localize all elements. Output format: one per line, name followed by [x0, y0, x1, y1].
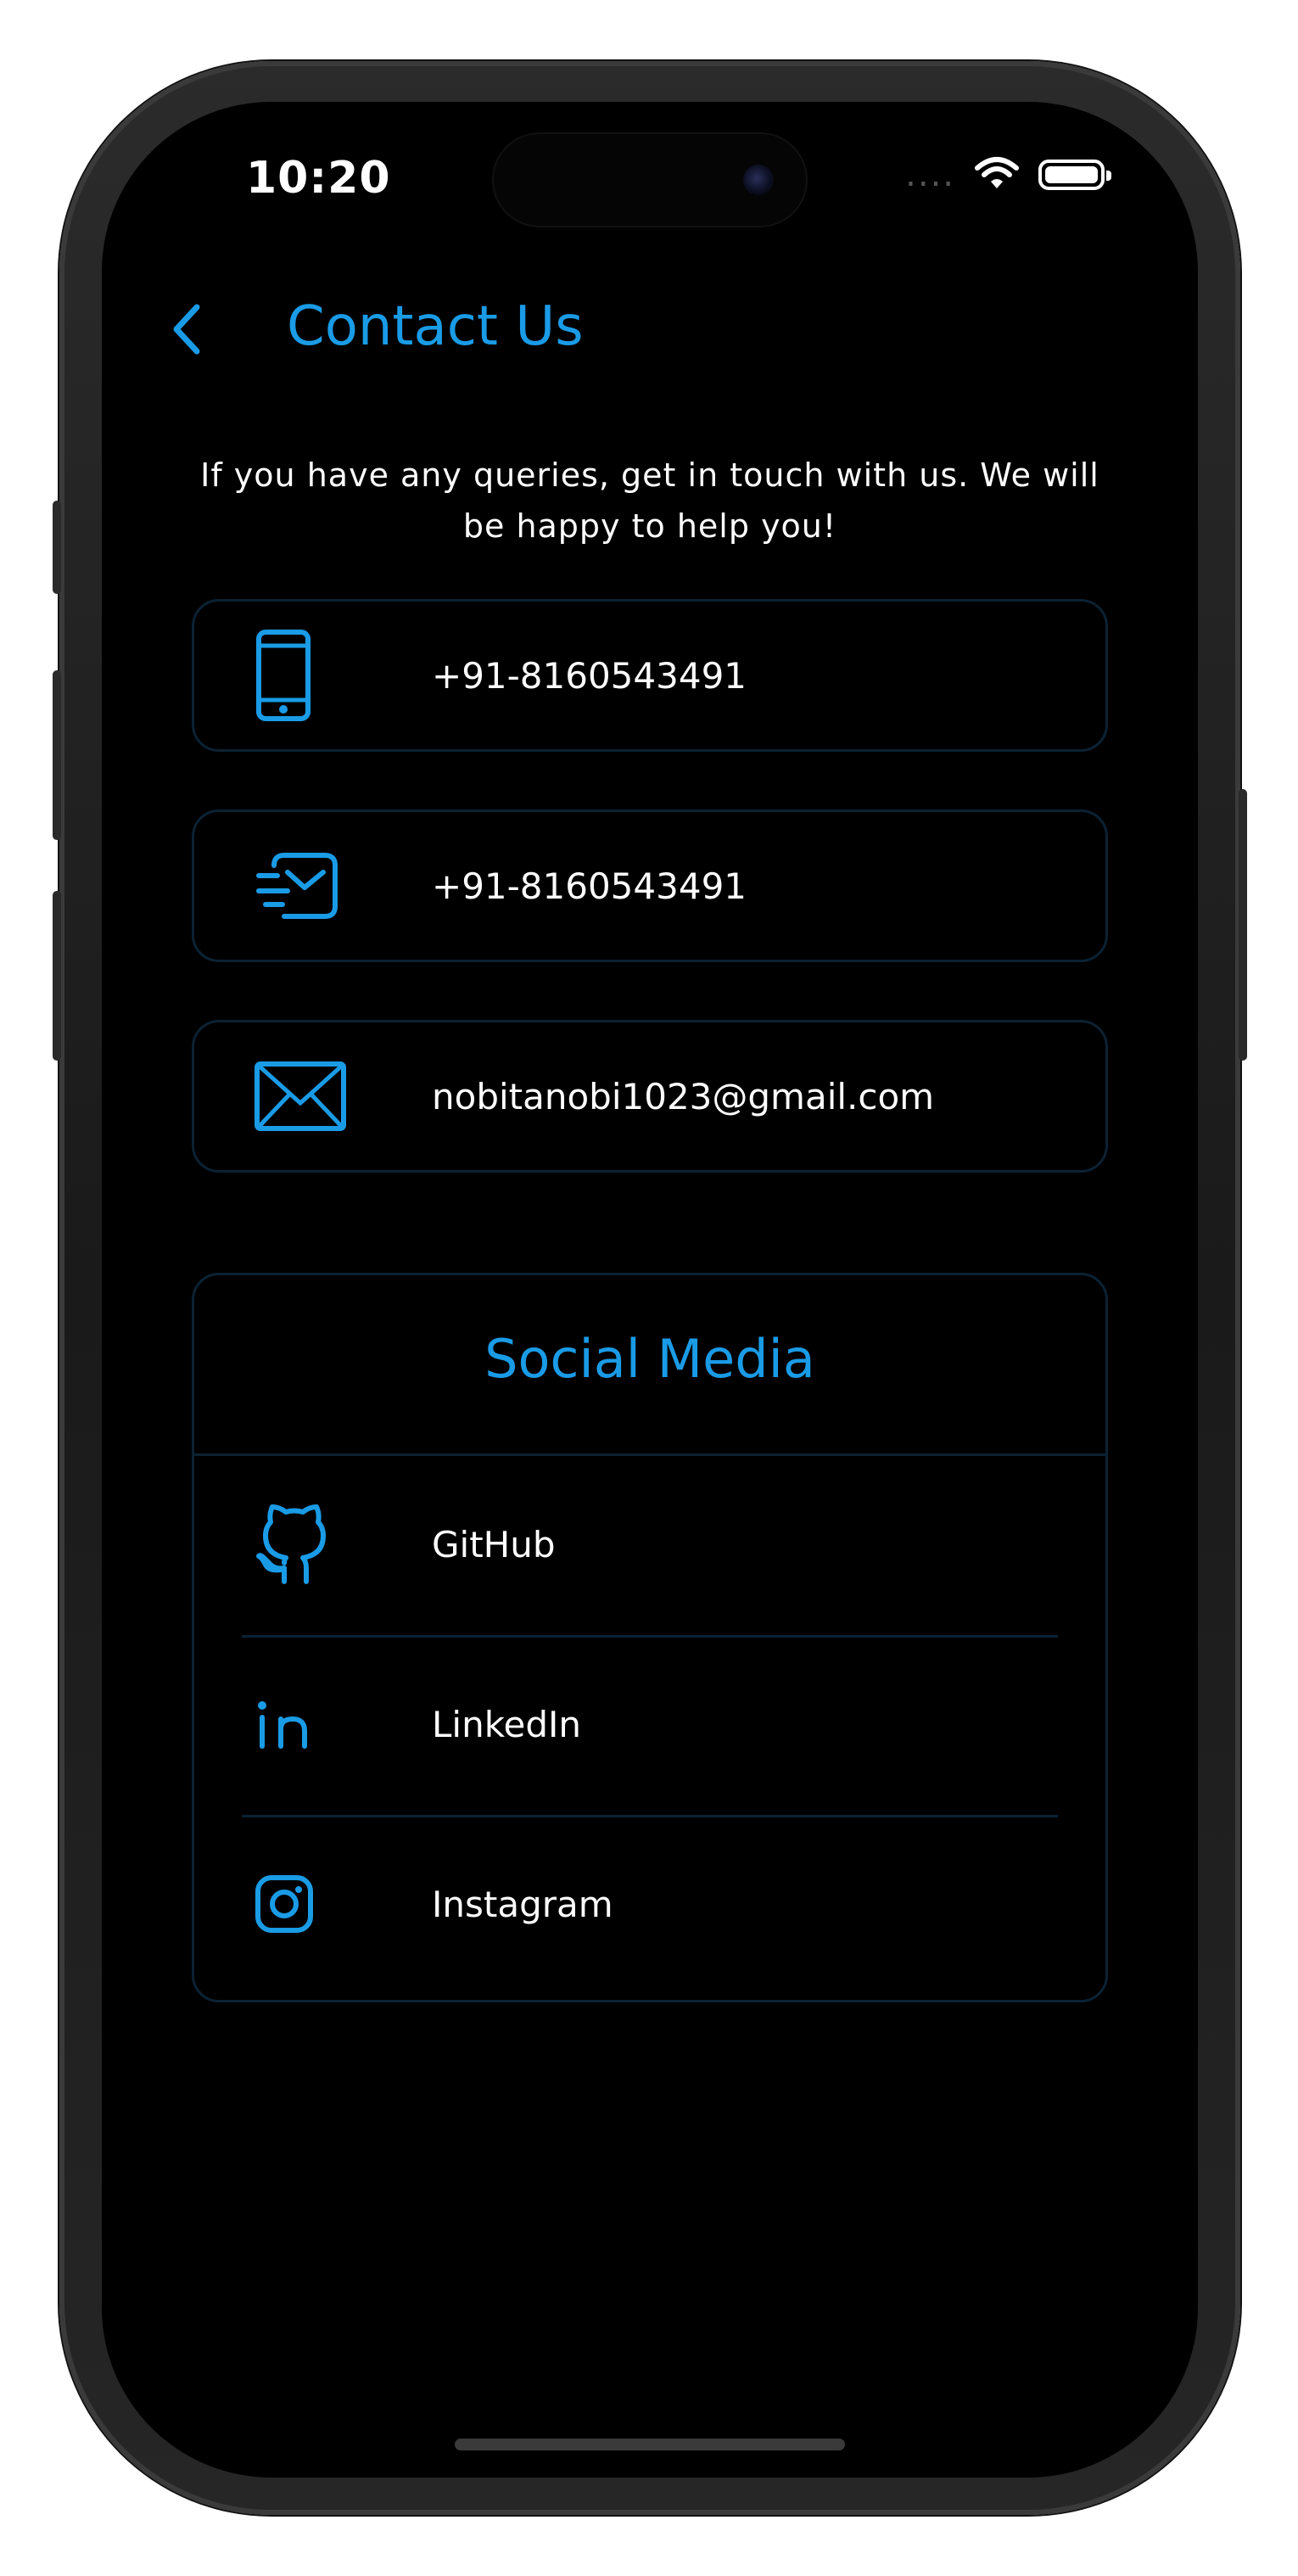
social-item-instagram[interactable]: Instagram	[194, 1815, 1105, 1993]
status-time: 10:20	[246, 153, 391, 204]
status-indicators: ....	[905, 155, 1111, 194]
dynamic-island	[492, 132, 808, 227]
cellular-signal-icon: ....	[905, 155, 955, 194]
social-linkedin-label: LinkedIn	[432, 1703, 582, 1745]
github-icon	[254, 1502, 381, 1587]
intro-text: If you have any queries, get in touch wi…	[200, 456, 1099, 545]
contact-message-label: +91-8160543491	[432, 865, 747, 907]
instagram-icon	[254, 1873, 381, 1935]
contact-email-card[interactable]: nobitanobi1023@gmail.com	[192, 1020, 1108, 1173]
volume-down-button	[53, 891, 61, 1061]
action-button	[53, 501, 61, 594]
phone-icon	[254, 629, 381, 722]
volume-up-button	[53, 670, 61, 840]
social-instagram-label: Instagram	[432, 1883, 613, 1925]
chevron-left-icon	[168, 302, 205, 360]
battery-full-icon	[1038, 160, 1111, 190]
contact-email-label: nobitanobi1023@gmail.com	[432, 1075, 935, 1117]
contact-phone-card[interactable]: +91-8160543491	[192, 599, 1108, 752]
social-media-card: Social Media GitHub LinkedIn Instagram	[192, 1273, 1108, 2002]
email-icon	[254, 1061, 381, 1132]
back-button[interactable]	[153, 297, 221, 365]
social-github-label: GitHub	[432, 1523, 556, 1565]
contact-phone-label: +91-8160543491	[432, 654, 747, 697]
social-media-title: Social Media	[484, 1328, 815, 1390]
front-camera	[743, 165, 774, 195]
contact-message-card[interactable]: +91-8160543491	[192, 809, 1108, 962]
power-button	[1239, 789, 1247, 1061]
social-item-github[interactable]: GitHub	[194, 1455, 1105, 1633]
page-title: Contact Us	[287, 295, 584, 358]
message-icon	[254, 850, 381, 921]
home-indicator[interactable]	[455, 2439, 845, 2450]
app-screen: 10:20 .... Contact Us If you have any qu…	[102, 102, 1198, 2478]
wifi-icon	[974, 156, 1020, 193]
linkedin-icon	[254, 1699, 381, 1750]
social-item-linkedin[interactable]: LinkedIn	[194, 1635, 1105, 1813]
top-app-bar: Contact Us	[102, 288, 1198, 373]
